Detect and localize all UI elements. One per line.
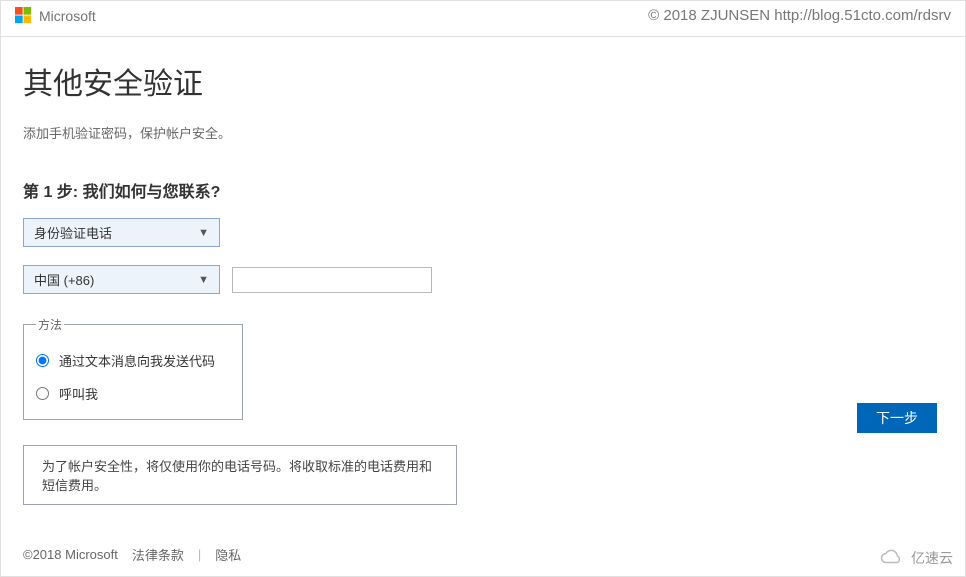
footer-copyright: ©2018 Microsoft (23, 547, 118, 562)
country-select[interactable]: 中国 (+86) ▼ (23, 265, 220, 294)
radio-sms-label: 通过文本消息向我发送代码 (59, 351, 215, 370)
chevron-down-icon: ▼ (198, 227, 209, 239)
radio-sms-row[interactable]: 通过文本消息向我发送代码 (36, 351, 224, 370)
chevron-down-icon: ▼ (198, 274, 209, 286)
radio-sms[interactable] (36, 354, 49, 367)
security-notice: 为了帐户安全性，将仅使用你的电话号码。将收取标准的电话费用和短信费用。 (23, 445, 457, 505)
microsoft-logo: Microsoft (15, 7, 96, 24)
page-subtitle: 添加手机验证密码，保护帐户安全。 (23, 123, 943, 142)
radio-call[interactable] (36, 387, 49, 400)
footer: ©2018 Microsoft 法律条款 | 隐私 (23, 545, 241, 564)
phone-input[interactable] (232, 267, 432, 293)
method-fieldset: 方法 通过文本消息向我发送代码 呼叫我 (23, 316, 243, 420)
auth-method-select[interactable]: 身份验证电话 ▼ (23, 218, 220, 247)
ms-square-icon (15, 7, 32, 24)
radio-call-row[interactable]: 呼叫我 (36, 384, 224, 403)
bottom-brand-text: 亿速云 (911, 548, 953, 568)
legal-link[interactable]: 法律条款 (132, 545, 184, 564)
method-legend: 方法 (36, 316, 64, 333)
radio-call-label: 呼叫我 (59, 384, 98, 403)
page-title: 其他安全验证 (23, 59, 943, 103)
country-value: 中国 (+86) (34, 270, 94, 289)
cloud-icon (877, 549, 907, 567)
brand-text: Microsoft (39, 8, 96, 24)
privacy-link[interactable]: 隐私 (215, 545, 241, 564)
bottom-brand: 亿速云 (877, 548, 953, 568)
watermark-text: © 2018 ZJUNSEN http://blog.51cto.com/rds… (648, 7, 951, 24)
footer-separator: | (198, 547, 201, 562)
next-button[interactable]: 下一步 (857, 403, 937, 433)
step-heading: 第 1 步: 我们如何与您联系? (23, 178, 943, 202)
auth-method-value: 身份验证电话 (34, 223, 112, 242)
